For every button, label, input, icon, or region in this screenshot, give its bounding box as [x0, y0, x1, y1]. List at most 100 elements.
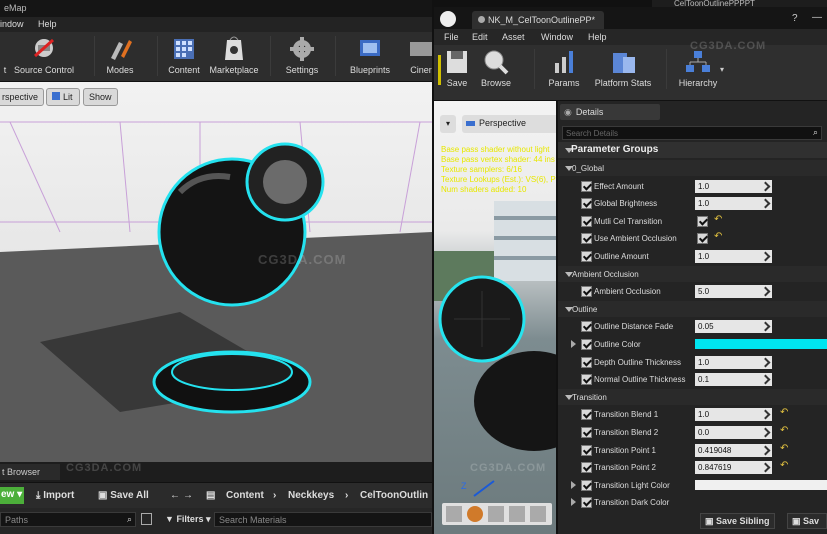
marketplace-button[interactable]: Marketplace: [207, 36, 261, 75]
browse-button[interactable]: Browse: [478, 49, 514, 88]
parameter-override-checkbox[interactable]: [581, 427, 592, 438]
parameter-override-checkbox[interactable]: [581, 286, 592, 298]
settings-button[interactable]: Settings: [280, 36, 324, 75]
save-child-button[interactable]: ▣ Sav: [787, 513, 827, 529]
parameter-override-checkbox[interactable]: [581, 321, 592, 333]
history-forward-button[interactable]: →: [183, 490, 193, 501]
parameter-group-header[interactable]: Outline: [558, 300, 827, 317]
parameter-override-checkbox[interactable]: [581, 462, 592, 474]
parameter-bool-checkbox[interactable]: [697, 233, 708, 245]
breadcrumb-content[interactable]: Content: [226, 490, 264, 501]
save-button[interactable]: Save: [444, 49, 470, 88]
breadcrumb-neckkeys[interactable]: Neckkeys: [288, 490, 334, 501]
reset-to-default-icon[interactable]: ↶: [714, 214, 722, 225]
expand-arrow-icon[interactable]: [571, 480, 576, 489]
parameter-color-swatch[interactable]: [695, 339, 827, 349]
parameter-color-swatch[interactable]: [695, 497, 827, 507]
parameter-group-header[interactable]: 0_Global: [558, 160, 827, 176]
save-all-button[interactable]: ▣ Save All: [98, 490, 149, 501]
reset-to-default-icon[interactable]: ↶: [780, 443, 788, 454]
menu-window[interactable]: Window: [541, 32, 573, 42]
parameter-override-checkbox[interactable]: [581, 215, 592, 227]
mesh-preview-icon[interactable]: [530, 506, 546, 522]
sphere-preview-icon[interactable]: [467, 506, 483, 522]
parameter-value-input[interactable]: 1.0: [695, 197, 772, 211]
hierarchy-dropdown-icon[interactable]: ▾: [720, 65, 724, 74]
parameter-value-input[interactable]: 1.0: [695, 179, 772, 193]
parameter-value-input[interactable]: 1.0: [695, 250, 772, 263]
content-button[interactable]: Content: [164, 36, 204, 75]
reset-to-default-icon[interactable]: ↶: [780, 425, 788, 436]
parameter-override-checkbox[interactable]: [581, 497, 592, 509]
parameter-override-checkbox[interactable]: [581, 339, 592, 350]
cube-preview-icon[interactable]: [509, 506, 525, 522]
lit-button[interactable]: Lit: [46, 88, 80, 106]
blueprints-button[interactable]: Blueprints: [344, 36, 396, 75]
menu-help[interactable]: Help: [588, 32, 607, 42]
parameter-override-checkbox[interactable]: [581, 180, 592, 192]
watermark: CG3DA.COM: [690, 40, 767, 52]
parameter-value-input[interactable]: 0.419048: [695, 443, 772, 457]
parameter-value-input[interactable]: 0.1: [695, 373, 772, 387]
cinematics-button[interactable]: Ciner: [406, 36, 432, 75]
parameter-bool-checkbox[interactable]: [697, 215, 708, 227]
material-editor-titlebar: NK_M_CelToonOutlinePP* ? —: [434, 7, 827, 29]
menu-asset[interactable]: Asset: [502, 32, 525, 42]
cylinder-preview-icon[interactable]: [446, 506, 462, 522]
save-sibling-button[interactable]: ▣ Save Sibling: [700, 513, 775, 529]
parameter-group-header[interactable]: Transition: [558, 388, 827, 405]
level-viewport[interactable]: rspective Lit Show CG3DA.COM: [0, 82, 432, 462]
parameter-override-checkbox[interactable]: [581, 356, 592, 368]
params-button[interactable]: Params: [546, 49, 582, 88]
reset-to-default-icon[interactable]: ↶: [714, 231, 722, 242]
breadcrumb-celtoon[interactable]: CelToonOutlin: [360, 490, 428, 501]
details-tab[interactable]: ◉ Details: [560, 104, 660, 120]
help-icon[interactable]: ?: [792, 13, 798, 24]
menu-window[interactable]: indow: [0, 19, 24, 29]
reset-to-default-icon[interactable]: ↶: [780, 460, 788, 471]
reset-to-default-icon[interactable]: ↶: [780, 407, 788, 418]
preview-perspective-button[interactable]: Perspective: [462, 115, 556, 133]
content-browser-tab[interactable]: t Browser: [0, 464, 60, 480]
add-new-button[interactable]: ew ▾: [0, 487, 24, 504]
view-options-icon[interactable]: [141, 513, 152, 525]
material-tab[interactable]: NK_M_CelToonOutlinePP*: [472, 11, 604, 29]
platform-stats-button[interactable]: Platform Stats: [592, 49, 654, 88]
parameter-value-input[interactable]: 5.0: [695, 285, 772, 299]
parameter-group-header[interactable]: Ambient Occlusion: [558, 265, 827, 282]
history-back-button[interactable]: ←: [170, 490, 180, 501]
material-search-input[interactable]: Search Materials: [214, 512, 432, 527]
perspective-button[interactable]: rspective: [0, 88, 45, 106]
plane-preview-icon[interactable]: [488, 506, 504, 522]
parameter-value-input[interactable]: 0.847619: [695, 461, 772, 475]
menu-file[interactable]: File: [444, 32, 459, 42]
filters-button[interactable]: ▼ Filters ▾: [165, 514, 210, 525]
parameter-override-checkbox[interactable]: [581, 374, 592, 386]
parameter-override-checkbox[interactable]: [581, 479, 592, 491]
hierarchy-button[interactable]: Hierarchy: [674, 49, 722, 88]
viewport-options-button[interactable]: ▾: [440, 115, 456, 133]
parameter-value-input[interactable]: 1.0: [695, 408, 772, 422]
details-search-input[interactable]: Search Details ⌕: [562, 126, 822, 140]
expand-arrow-icon[interactable]: [571, 498, 576, 507]
parameter-override-checkbox[interactable]: [581, 198, 592, 210]
modes-button[interactable]: Modes: [100, 36, 140, 75]
save-current-button[interactable]: t: [0, 36, 10, 75]
expand-arrow-icon[interactable]: [571, 340, 576, 348]
show-button[interactable]: Show: [83, 88, 118, 106]
parameter-value-input[interactable]: 0.05: [695, 320, 772, 334]
parameter-color-swatch[interactable]: [695, 479, 827, 490]
parameter-override-checkbox[interactable]: [581, 251, 592, 262]
paths-search-input[interactable]: Paths ⌕: [0, 512, 136, 527]
parameter-groups-header[interactable]: Parameter Groups: [558, 142, 827, 158]
source-control-button[interactable]: Source Control: [12, 36, 76, 75]
parameter-value-input[interactable]: 0.0: [695, 426, 772, 439]
menu-edit[interactable]: Edit: [472, 32, 488, 42]
menu-help[interactable]: Help: [38, 19, 57, 29]
minimize-button[interactable]: —: [812, 12, 822, 23]
parameter-override-checkbox[interactable]: [581, 409, 592, 421]
import-button[interactable]: ⤓ Import: [36, 490, 74, 501]
parameter-value-input[interactable]: 1.0: [695, 355, 772, 369]
parameter-override-checkbox[interactable]: [581, 444, 592, 456]
parameter-override-checkbox[interactable]: [581, 233, 592, 245]
